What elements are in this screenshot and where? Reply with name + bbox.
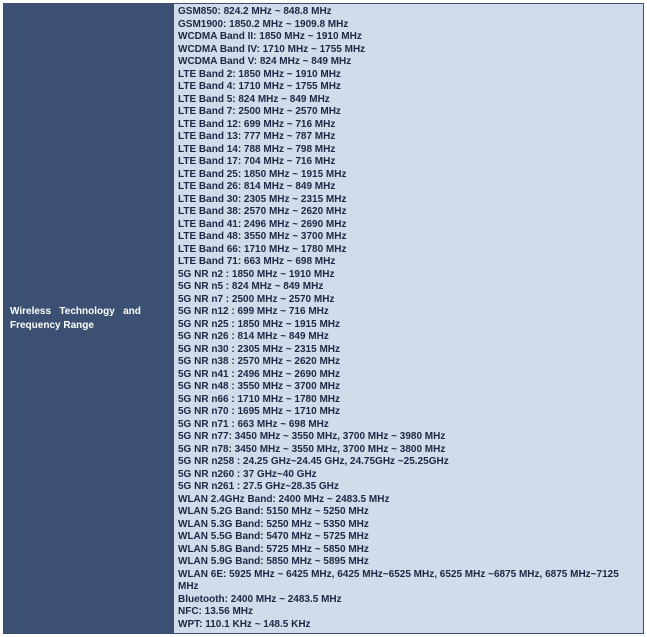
frequency-entry: 5G NR n25 : 1850 MHz ~ 1915 MHz: [178, 319, 639, 332]
frequency-entry: LTE Band 14: 788 MHz ~ 798 MHz: [178, 144, 639, 157]
frequency-entry: LTE Band 17: 704 MHz ~ 716 MHz: [178, 156, 639, 169]
frequency-entry: 5G NR n78: 3450 MHz ~ 3550 MHz, 3700 MHz…: [178, 444, 639, 457]
frequency-entry: LTE Band 5: 824 MHz ~ 849 MHz: [178, 94, 639, 107]
frequency-entry: LTE Band 7: 2500 MHz ~ 2570 MHz: [178, 106, 639, 119]
frequency-entry: 5G NR n26 : 814 MHz ~ 849 MHz: [178, 331, 639, 344]
frequency-entry: LTE Band 30: 2305 MHz ~ 2315 MHz: [178, 194, 639, 207]
frequency-entry: 5G NR n71 : 663 MHz ~ 698 MHz: [178, 419, 639, 432]
frequency-entry: 5G NR n38 : 2570 MHz ~ 2620 MHz: [178, 356, 639, 369]
frequency-entry: LTE Band 38: 2570 MHz ~ 2620 MHz: [178, 206, 639, 219]
frequency-entry: WLAN 5.5G Band: 5470 MHz ~ 5725 MHz: [178, 531, 639, 544]
frequency-entry: LTE Band 2: 1850 MHz ~ 1910 MHz: [178, 69, 639, 82]
frequency-entry: GSM1900: 1850.2 MHz ~ 1909.8 MHz: [178, 19, 639, 32]
frequency-entry: 5G NR n7 : 2500 MHz ~ 2570 MHz: [178, 294, 639, 307]
header-word: Wireless: [10, 306, 51, 317]
frequency-entry: WLAN 6E: 5925 MHz ~ 6425 MHz, 6425 MHz~6…: [178, 569, 639, 594]
frequency-entry: LTE Band 13: 777 MHz ~ 787 MHz: [178, 131, 639, 144]
frequency-entry: 5G NR n260 : 37 GHz~40 GHz: [178, 469, 639, 482]
header-word: Frequency Range: [10, 320, 94, 331]
frequency-entry: LTE Band 12: 699 MHz ~ 716 MHz: [178, 119, 639, 132]
frequency-entry: LTE Band 4: 1710 MHz ~ 1755 MHz: [178, 81, 639, 94]
frequency-entry: LTE Band 66: 1710 MHz ~ 1780 MHz: [178, 244, 639, 257]
frequency-entry: 5G NR n77: 3450 MHz ~ 3550 MHz, 3700 MHz…: [178, 431, 639, 444]
frequency-entry: 5G NR n5 : 824 MHz ~ 849 MHz: [178, 281, 639, 294]
frequency-entry: 5G NR n41 : 2496 MHz ~ 2690 MHz: [178, 369, 639, 382]
spec-row-value: GSM850: 824.2 MHz ~ 848.8 MHzGSM1900: 18…: [174, 4, 643, 633]
spec-row-header: Wireless Technology and Frequency Range: [4, 4, 174, 633]
frequency-entry: WPT: 110.1 KHz ~ 148.5 KHz: [178, 619, 639, 632]
frequency-entry: LTE Band 41: 2496 MHz ~ 2690 MHz: [178, 219, 639, 232]
frequency-entry: WLAN 5.8G Band: 5725 MHz ~ 5850 MHz: [178, 544, 639, 557]
frequency-entry: WCDMA Band IV: 1710 MHz ~ 1755 MHz: [178, 44, 639, 57]
frequency-entry: WLAN 5.3G Band: 5250 MHz ~ 5350 MHz: [178, 519, 639, 532]
frequency-entry: 5G NR n66 : 1710 MHz ~ 1780 MHz: [178, 394, 639, 407]
header-label: Wireless Technology and Frequency Range: [10, 305, 141, 333]
header-word: and: [123, 306, 141, 317]
frequency-entry: Bluetooth: 2400 MHz ~ 2483.5 MHz: [178, 594, 639, 607]
frequency-entry: WLAN 5.9G Band: 5850 MHz ~ 5895 MHz: [178, 556, 639, 569]
frequency-entry: WLAN 2.4GHz Band: 2400 MHz ~ 2483.5 MHz: [178, 494, 639, 507]
frequency-entry: 5G NR n70 : 1695 MHz ~ 1710 MHz: [178, 406, 639, 419]
frequency-entry: WCDMA Band II: 1850 MHz ~ 1910 MHz: [178, 31, 639, 44]
spec-table: Wireless Technology and Frequency Range …: [3, 3, 644, 634]
frequency-entry: 5G NR n258 : 24.25 GHz~24.45 GHz, 24.75G…: [178, 456, 639, 469]
frequency-entry: 5G NR n30 : 2305 MHz ~ 2315 MHz: [178, 344, 639, 357]
frequency-entry: WLAN 5.2G Band: 5150 MHz ~ 5250 MHz: [178, 506, 639, 519]
frequency-entry: LTE Band 25: 1850 MHz ~ 1915 MHz: [178, 169, 639, 182]
frequency-entry: 5G NR n261 : 27.5 GHz~28.35 GHz: [178, 481, 639, 494]
frequency-entry: 5G NR n12 : 699 MHz ~ 716 MHz: [178, 306, 639, 319]
frequency-entry: 5G NR n2 : 1850 MHz ~ 1910 MHz: [178, 269, 639, 282]
header-word: Technology: [59, 306, 114, 317]
frequency-entry: NFC: 13.56 MHz: [178, 606, 639, 619]
frequency-entry: LTE Band 71: 663 MHz ~ 698 MHz: [178, 256, 639, 269]
frequency-entry: LTE Band 26: 814 MHz ~ 849 MHz: [178, 181, 639, 194]
frequency-entry: GSM850: 824.2 MHz ~ 848.8 MHz: [178, 6, 639, 19]
frequency-entry: LTE Band 48: 3550 MHz ~ 3700 MHz: [178, 231, 639, 244]
frequency-entry: WCDMA Band V: 824 MHz ~ 849 MHz: [178, 56, 639, 69]
frequency-entry: 5G NR n48 : 3550 MHz ~ 3700 MHz: [178, 381, 639, 394]
